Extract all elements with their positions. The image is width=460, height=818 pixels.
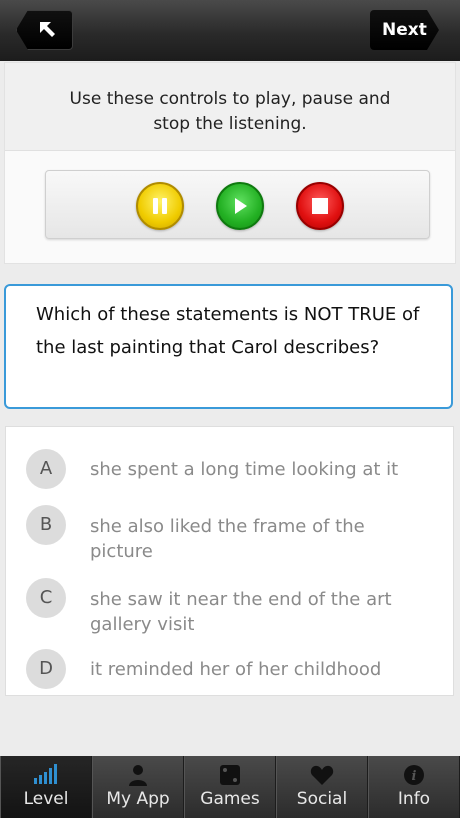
stop-button[interactable]	[296, 182, 344, 230]
answer-text: she spent a long time looking at it	[90, 459, 399, 480]
listening-controls-panel: Use these controls to play, pause and st…	[4, 62, 456, 264]
answer-list: A she spent a long time looking at it B …	[5, 426, 454, 696]
tab-my-app[interactable]: My App	[92, 756, 184, 818]
tab-label: Games	[200, 789, 260, 809]
play-icon	[235, 198, 247, 214]
svg-text:i: i	[412, 769, 417, 784]
tab-label: Info	[397, 789, 431, 809]
play-button[interactable]	[216, 182, 264, 230]
person-icon	[129, 765, 147, 786]
answer-text: she also liked the frame of the picture	[90, 516, 365, 562]
info-icon: i	[404, 765, 424, 785]
tab-level[interactable]: Level	[0, 756, 92, 818]
level-bars-icon	[34, 764, 57, 784]
bottom-tab-bar: Level My App Games Social i Info	[0, 756, 460, 818]
tab-label: My App	[106, 789, 170, 809]
tab-info[interactable]: i Info	[368, 756, 460, 818]
audio-control-bar	[45, 170, 430, 239]
answer-text: it reminded her of her childhood	[90, 659, 382, 680]
answer-letter-badge: B	[26, 505, 66, 545]
tab-label: Level	[23, 789, 69, 809]
back-arrow-icon	[40, 22, 55, 37]
top-bar: Next	[0, 0, 460, 61]
next-button[interactable]: Next	[370, 10, 439, 50]
answer-text: she saw it near the end of the art galle…	[90, 589, 392, 635]
answer-letter-badge: D	[26, 649, 66, 689]
answer-letter-badge: C	[26, 578, 66, 618]
pause-icon	[153, 198, 167, 214]
tab-games[interactable]: Games	[184, 756, 276, 818]
back-button[interactable]	[16, 10, 73, 50]
tab-social[interactable]: Social	[276, 756, 368, 818]
question-text: Which of these statements is NOT TRUE of…	[4, 284, 453, 409]
pause-button[interactable]	[136, 182, 184, 230]
controls-instruction: Use these controls to play, pause and st…	[5, 63, 455, 151]
tab-label: Social	[296, 789, 348, 809]
dice-icon	[220, 765, 240, 785]
heart-icon	[310, 765, 334, 785]
stop-icon	[312, 198, 328, 214]
answer-letter-badge: A	[26, 449, 66, 489]
